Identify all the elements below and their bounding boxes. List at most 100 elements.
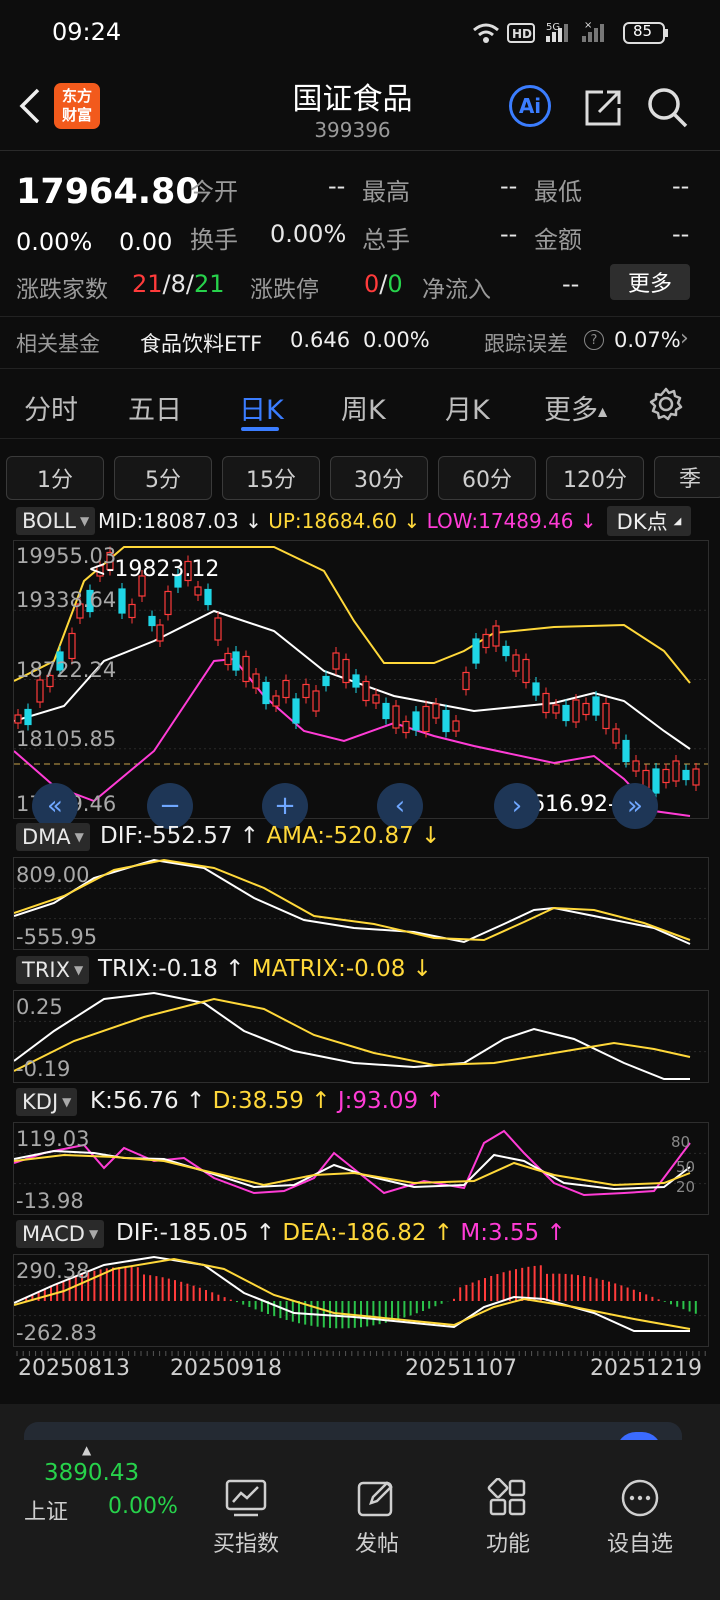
share-button[interactable] [583,88,623,132]
kline-chart[interactable] [13,541,708,818]
nav-add-watchlist[interactable]: 设自选 [585,1478,695,1558]
candle-body [692,768,700,786]
macd-dea-value: DEA:-186.82 [282,1220,427,1246]
candle-body [482,633,490,649]
more-button[interactable]: 更多 [610,264,690,300]
minute-tab-60[interactable]: 60分 [438,456,536,500]
turnover-value: 0.00% [270,220,347,248]
macd-m-value: M:3.55 [460,1220,540,1246]
candle-body [462,671,470,691]
search-button[interactable] [646,86,690,134]
indicator-name: KDJ [22,1090,59,1114]
sh-index-name[interactable]: 上证 [24,1494,68,1526]
kdj-chart-panel[interactable] [13,1122,709,1215]
matrix-line [13,997,691,1072]
candle-body [148,615,156,627]
dma-chart-panel[interactable] [13,857,709,950]
chevron-left-icon: ‹ [394,791,406,821]
candle-body [532,682,540,696]
minute-tab-15[interactable]: 15分 [222,456,320,500]
settings-button[interactable] [648,386,684,426]
indicator-selector-dma[interactable]: DMA ▼ [16,823,90,851]
minute-tab-label: 1分 [37,468,73,493]
candle-body [164,590,172,616]
macd-chart [13,1255,708,1332]
date-label: 20250918 [170,1356,282,1381]
candle-body [442,709,450,733]
indicator-selector-kdj[interactable]: KDJ ▼ [16,1088,78,1116]
indicator-selector-macd[interactable]: MACD ▼ [16,1220,105,1248]
current-price: 17964.80 [16,172,200,212]
candle-body [232,651,240,671]
boll-up-value: UP:18684.60 [268,509,398,533]
ai-button[interactable]: Ai [509,85,551,127]
amount-label: 金额 [534,226,582,254]
axis-label: 0.25 [16,995,63,1019]
indicator-selector-trix[interactable]: TRIX ▼ [16,956,90,984]
minute-tab-120[interactable]: 120分 [546,456,644,500]
kdj-right-axis-label: 80 [671,1133,691,1151]
minute-tab-1[interactable]: 1分 [6,456,104,500]
candle-body [662,768,670,784]
updown-label: 涨跌家数 [16,277,108,303]
dk-point-button[interactable]: DK点 ◢ [607,506,691,536]
scroll-right-button[interactable]: › [494,783,540,829]
minute-tab-label: 60分 [462,468,512,493]
minute-tab-30[interactable]: 30分 [330,456,428,500]
macd-dea-line [13,1257,691,1330]
axis-label: 119.03 [16,1127,90,1151]
tab-more[interactable]: 更多▲ [544,388,607,427]
candle-body [322,675,330,687]
chevron-right-icon[interactable]: › [680,326,689,351]
candle-body [382,702,390,720]
kdj-right-axis-label: 50 [676,1158,696,1176]
candle-body [214,617,222,641]
axis-label: 19338.64 [16,588,117,612]
amount-value: -- [672,220,690,248]
candle-body [68,632,76,660]
nav-label: 买指数 [212,1532,279,1557]
tab-monthly-k[interactable]: 月K [445,388,490,427]
nav-functions[interactable]: 功能 [453,1477,563,1558]
candle-body [352,674,360,688]
minute-tab-label: 120分 [563,468,627,493]
down-count: 21 [194,270,225,298]
fund-bar-label: 相关基金 [16,332,100,356]
boll-low-value: LOW:17489.46 [426,509,574,533]
tab-weekly-k[interactable]: 周K [341,388,386,427]
minute-tab-quarter[interactable]: 季 [654,456,720,498]
more-circle-icon [621,1479,659,1517]
limit-up-count: 0 [364,270,380,298]
candle-body [392,705,400,729]
nav-buy-index[interactable]: 买指数 [191,1478,301,1558]
dma-ama-value: AMA:-520.87 [266,823,414,849]
divider [0,316,720,317]
max-marker: <-19823.12 [88,557,220,582]
tab-daily-k[interactable]: 日K [239,388,284,427]
limit-counts: 0/0 [364,270,403,298]
time-axis-ticks [13,1346,707,1356]
dma-dif-value: DIF:-552.57 [100,823,233,849]
kdj-k-value: K:56.76 [90,1088,179,1114]
help-icon[interactable]: ? [584,330,604,350]
candle-body [128,603,136,619]
candle-body [652,768,660,794]
trix-chart-panel[interactable] [13,990,709,1083]
tab-intraday[interactable]: 分时 [24,388,78,427]
tab-five-day[interactable]: 五日 [128,388,182,427]
axis-label: -0.19 [16,1057,71,1081]
candle-body [156,624,164,642]
fund-change: 0.00% [363,328,430,352]
minute-tab-5[interactable]: 5分 [114,456,212,500]
fund-name[interactable]: 食品饮料ETF [140,328,262,358]
indicator-selector-boll[interactable]: BOLL ▼ [16,507,96,535]
plus-icon: + [274,791,296,821]
macd-chart-panel[interactable] [13,1254,709,1347]
nav-post[interactable]: 发帖 [322,1478,432,1558]
sh-index-value[interactable]: 3890.43 [44,1460,139,1486]
sh-index-change[interactable]: 0.00% [108,1494,178,1519]
scroll-right-fast-button[interactable]: » [612,783,658,829]
candle-body [14,714,22,724]
candle-body [194,586,202,596]
status-icons: HD 5G × [470,18,720,48]
